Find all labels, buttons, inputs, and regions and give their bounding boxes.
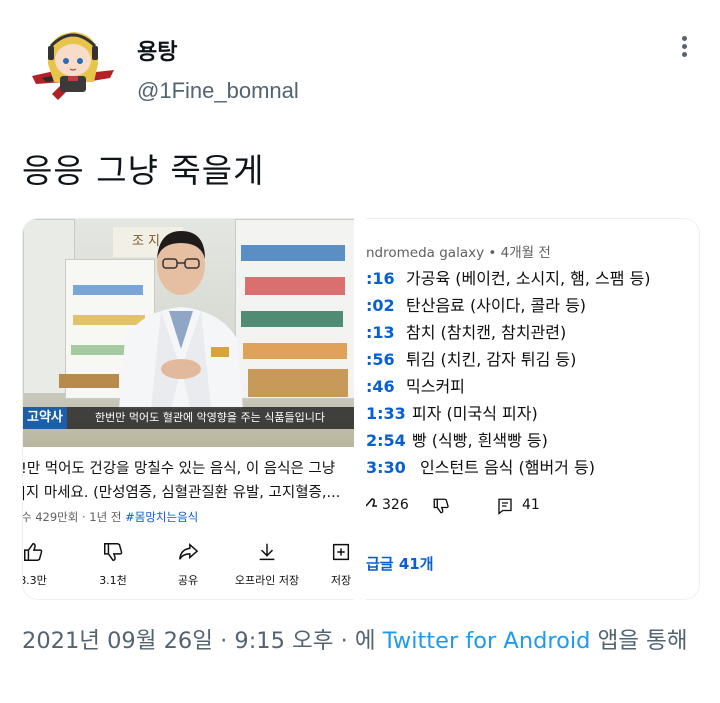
source-link[interactable]: Twitter for Android (383, 628, 591, 654)
thumbs-down-icon (104, 543, 123, 561)
dislike-button[interactable]: 3.1천 (83, 541, 143, 588)
download-button[interactable]: 오프라인 저장 (233, 541, 301, 588)
more-options-icon[interactable] (678, 36, 690, 62)
comment-line: :13 참치 (참치캔, 참치관련) (366, 323, 567, 342)
comment-line: :56 튀김 (치킨, 감자 튀김 등) (366, 350, 577, 369)
like-button[interactable]: 8.3만 (23, 541, 63, 588)
media-grid[interactable]: 조지 고약사 한번만 먹어도 혈관에 악영향을 주는 식품들입니다 !만 먹어도… (22, 218, 700, 600)
hashtag-link[interactable]: #몸망치는음식 (125, 510, 198, 524)
comment-line: 1:33 피자 (미국식 피자) (366, 404, 538, 423)
media-image-comment[interactable]: ndromeda galaxy • 4개월 전 :16 가공육 (베이컨, 소시지… (366, 218, 700, 600)
media-image-video[interactable]: 조지 고약사 한번만 먹어도 혈관에 악영향을 주는 식품들입니다 !만 먹어도… (22, 218, 354, 600)
comment-line: 2:54 빵 (식빵, 흰색빵 등) (366, 431, 548, 450)
video-action-bar: 8.3만 3.1천 공유 오프라인 저장 저장 (23, 541, 354, 589)
comment-line: :16 가공육 (베이컨, 소시지, 햄, 스팸 등) (366, 269, 651, 288)
display-name[interactable]: 용탕 (137, 34, 177, 66)
thumbs-up-icon (24, 543, 43, 561)
user-handle[interactable]: @1Fine_bomnal (137, 78, 299, 104)
like-count: 326 (382, 497, 409, 513)
like-icon[interactable] (366, 497, 378, 519)
save-button[interactable]: 저장 (311, 541, 354, 588)
video-caption: 한번만 먹어도 혈관에 악영향을 주는 식품들입니다 (95, 411, 326, 424)
comment-line: :02 탄산음료 (사이다, 콜라 등) (366, 296, 587, 315)
comment-author: ndromeda galaxy • 4개월 전 (366, 245, 551, 261)
pharmacist-figure (119, 231, 243, 409)
reply-count: 41 (522, 497, 540, 513)
caption-tag: 고약사 (23, 407, 67, 429)
view-replies-link[interactable]: 급글 41개 (366, 553, 434, 574)
tweet-text: 응응 그냥 죽을게 (22, 151, 265, 190)
comment-stats: 326 41 (366, 497, 699, 521)
download-icon (259, 543, 275, 561)
video-meta: 수 429만회 · 1년 전 #몸망치는음식 (22, 510, 199, 524)
video-frame: 조지 고약사 한번만 먹어도 혈관에 악영향을 주는 식품들입니다 (23, 219, 354, 447)
tweet-metadata: 2021년 09월 26일 · 9:15 오후 · 에 Twitter for … (22, 628, 688, 654)
comment-line: 3:30 인스턴트 음식 (햄버거 등) (366, 458, 595, 477)
comment-line: :46 믹스커피 (366, 377, 465, 396)
reply-icon[interactable] (496, 497, 514, 519)
share-icon (179, 543, 199, 560)
avatar[interactable] (28, 24, 120, 104)
share-button[interactable]: 공유 (158, 541, 218, 588)
video-title: !만 먹어도 건강을 망칠수 있는 음식, 이 음식은 그냥 |지 마세요. (… (22, 461, 341, 501)
tweet-timestamp[interactable]: 2021년 09월 26일 · 9:15 오후 · 에 (22, 628, 383, 654)
dislike-icon[interactable] (432, 497, 450, 519)
save-playlist-icon (332, 543, 350, 561)
